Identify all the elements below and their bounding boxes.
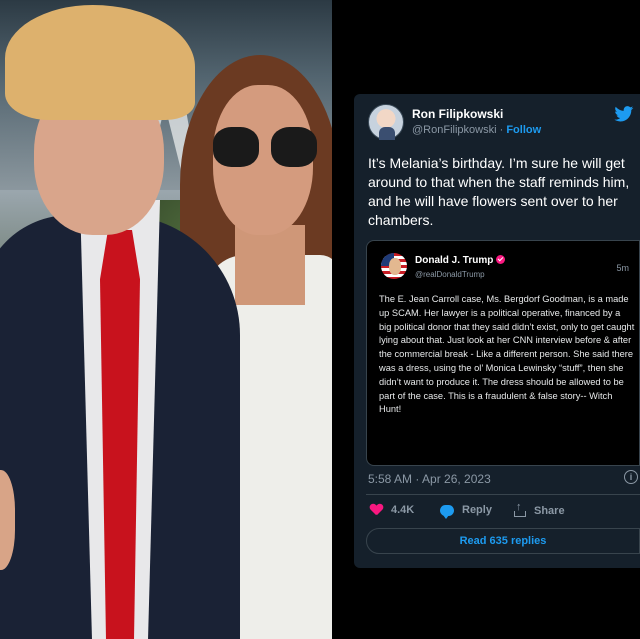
quoted-time: 5m bbox=[616, 263, 629, 273]
photo-of-couple bbox=[0, 0, 332, 639]
info-icon[interactable]: i bbox=[624, 470, 638, 484]
man-red-tie bbox=[100, 230, 140, 639]
reply-button[interactable]: Reply bbox=[440, 504, 492, 519]
share-label: Share bbox=[534, 504, 565, 517]
quoted-author-handle[interactable]: @realDonaldTrump bbox=[415, 270, 485, 279]
heart-icon bbox=[370, 504, 383, 516]
author-handle[interactable]: @RonFilipkowski bbox=[412, 124, 497, 136]
share-icon bbox=[514, 501, 526, 517]
quoted-author-name[interactable]: Donald J. Trump bbox=[415, 255, 493, 266]
reply-label: Reply bbox=[462, 504, 492, 516]
divider bbox=[366, 494, 640, 495]
like-count: 4.4K bbox=[391, 504, 415, 516]
share-button[interactable]: Share bbox=[514, 501, 565, 517]
quoted-author-avatar[interactable] bbox=[381, 253, 407, 279]
quoted-text: The E. Jean Carroll case, Ms. Bergdorf G… bbox=[379, 294, 635, 415]
tweet-text: It’s Melania’s birthday. I’m sure he wil… bbox=[368, 155, 630, 228]
quoted-tweet[interactable]: Donald J. Trump @realDonaldTrump 5m The … bbox=[366, 240, 640, 466]
sunglasses bbox=[213, 127, 317, 169]
woman-neck bbox=[235, 225, 305, 305]
author-name[interactable]: Ron Filipkowski bbox=[412, 107, 503, 121]
author-avatar[interactable] bbox=[368, 104, 404, 140]
tweet-timestamp[interactable]: 5:58 AM · Apr 26, 2023 bbox=[368, 472, 491, 486]
twitter-bird-icon[interactable] bbox=[614, 106, 634, 122]
speech-bubble-icon bbox=[440, 504, 454, 519]
author-handle-line: @RonFilipkowski · Follow bbox=[412, 124, 541, 136]
tweet-card: Ron Filipkowski @RonFilipkowski · Follow… bbox=[354, 94, 640, 568]
quoted-author-name-line: Donald J. Trump bbox=[415, 255, 506, 266]
read-replies-button[interactable]: Read 635 replies bbox=[366, 528, 640, 554]
verified-badge-icon bbox=[496, 255, 506, 264]
follow-link[interactable]: Follow bbox=[506, 124, 541, 136]
like-button[interactable]: 4.4K bbox=[370, 504, 414, 516]
